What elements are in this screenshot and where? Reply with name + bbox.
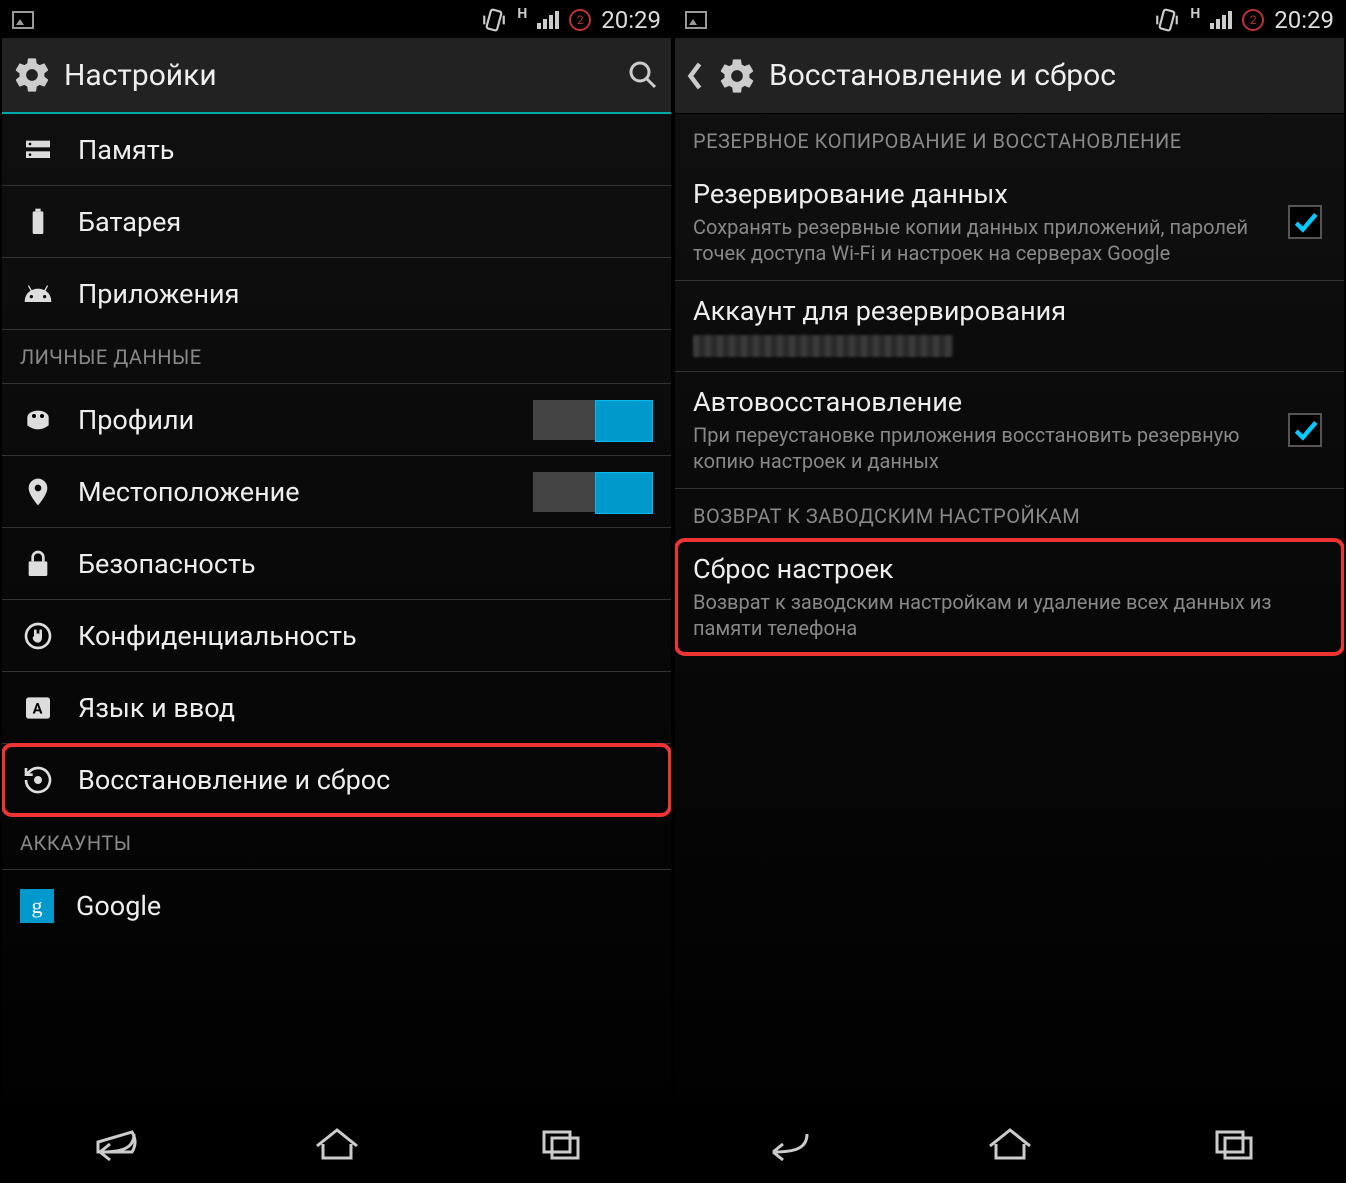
item-title: Резервирование данных (693, 178, 1264, 210)
settings-gear-icon[interactable] (12, 55, 52, 95)
settings-item-label: Конфиденциальность (78, 620, 357, 652)
app-bar-title: Настройки (64, 58, 217, 93)
section-label: ВОЗВРАТ К ЗАВОДСКИМ НАСТРОЙКАМ (693, 504, 1080, 528)
section-label: РЕЗЕРВНОЕ КОПИРОВАНИЕ И ВОССТАНОВЛЕНИЕ (693, 129, 1182, 153)
section-header-personal: ЛИЧНЫЕ ДАННЫЕ (2, 330, 671, 384)
network-type-icon: H (1190, 6, 1200, 22)
screenshots-pair: H 2 20:29 Настройки Память Батар (0, 0, 1346, 1183)
phone-left: H 2 20:29 Настройки Память Батар (0, 0, 673, 1183)
settings-item-label: Язык и ввод (78, 692, 235, 724)
app-bar: Настройки (2, 38, 671, 114)
sim-number: 2 (577, 13, 584, 27)
svg-text:A: A (33, 699, 43, 717)
apps-icon (20, 276, 56, 312)
nav-home-button[interactable] (277, 1116, 397, 1168)
settings-item-security[interactable]: Безопасность (2, 528, 671, 600)
backup-reset-list[interactable]: РЕЗЕРВНОЕ КОПИРОВАНИЕ И ВОССТАНОВЛЕНИЕ Р… (675, 114, 1344, 1103)
settings-item-backup-reset[interactable]: Восстановление и сброс (2, 744, 671, 816)
settings-item-label: Профили (78, 404, 533, 436)
settings-item-label: Батарея (78, 206, 181, 238)
sim-number: 2 (1250, 13, 1257, 27)
search-icon[interactable] (625, 57, 661, 93)
section-label: ЛИЧНЫЕ ДАННЫЕ (20, 345, 202, 369)
settings-item-label: Восстановление и сброс (78, 764, 390, 796)
signal-icon (537, 11, 559, 29)
back-chevron-icon[interactable] (685, 58, 705, 94)
backup-data-checkbox[interactable] (1288, 205, 1322, 239)
status-bar: H 2 20:29 (675, 2, 1344, 38)
status-right: H 2 20:29 (1154, 6, 1334, 34)
item-title: Сброс настроек (693, 553, 1326, 585)
status-bar: H 2 20:29 (2, 2, 671, 38)
storage-icon (20, 132, 56, 168)
nav-bar (2, 1103, 671, 1181)
language-icon: A (20, 690, 56, 726)
settings-item-language[interactable]: A Язык и ввод (2, 672, 671, 744)
settings-item-memory[interactable]: Память (2, 114, 671, 186)
app-bar-title: Восстановление и сброс (769, 58, 1116, 93)
nav-recent-button[interactable] (500, 1116, 620, 1168)
clock: 20:29 (1274, 6, 1334, 34)
signal-icon (1210, 11, 1232, 29)
screenshot-saved-icon (685, 11, 707, 29)
nav-back-button[interactable] (54, 1116, 174, 1168)
restore-icon (20, 762, 56, 798)
network-type-icon: H (517, 6, 527, 22)
app-bar: Восстановление и сброс (675, 38, 1344, 114)
settings-item-profiles[interactable]: Профили (2, 384, 671, 456)
clock: 20:29 (601, 6, 661, 34)
sim-slot-icon: 2 (569, 9, 591, 31)
settings-item-label: Приложения (78, 278, 239, 310)
vibrate-icon (481, 7, 507, 33)
battery-icon (20, 204, 56, 240)
settings-item-label: Google (76, 890, 161, 922)
nav-bar (675, 1103, 1344, 1181)
settings-item-label: Память (78, 134, 174, 166)
section-header-backup: РЕЗЕРВНОЕ КОПИРОВАНИЕ И ВОССТАНОВЛЕНИЕ (675, 114, 1344, 164)
auto-restore-checkbox[interactable] (1288, 413, 1322, 447)
section-header-factory: ВОЗВРАТ К ЗАВОДСКИМ НАСТРОЙКАМ (675, 489, 1344, 539)
redacted-account (693, 335, 953, 357)
nav-home-button[interactable] (950, 1116, 1070, 1168)
lock-icon (20, 546, 56, 582)
item-auto-restore[interactable]: Автовосстановление При переустановке при… (675, 372, 1344, 489)
nav-back-button[interactable] (727, 1116, 847, 1168)
item-subtitle: При переустановке приложения восстановит… (693, 422, 1264, 474)
settings-item-battery[interactable]: Батарея (2, 186, 671, 258)
screenshot-saved-icon (12, 11, 34, 29)
section-label: АККАУНТЫ (20, 831, 132, 855)
item-subtitle: Возврат к заводским настройкам и удалени… (693, 589, 1326, 641)
section-header-accounts: АККАУНТЫ (2, 816, 671, 870)
location-icon (20, 474, 56, 510)
item-backup-account[interactable]: Аккаунт для резервирования (675, 281, 1344, 372)
item-subtitle: Сохранять резервные копии данных приложе… (693, 214, 1264, 266)
settings-item-location[interactable]: Местоположение (2, 456, 671, 528)
status-left (685, 11, 707, 29)
item-title: Автовосстановление (693, 386, 1264, 418)
settings-item-label: Местоположение (78, 476, 533, 508)
profiles-icon (20, 402, 56, 438)
location-toggle[interactable] (533, 472, 653, 512)
vibrate-icon (1154, 7, 1180, 33)
nav-recent-button[interactable] (1173, 1116, 1293, 1168)
profiles-toggle[interactable] (533, 400, 653, 440)
item-backup-data[interactable]: Резервирование данных Сохранять резервны… (675, 164, 1344, 281)
phone-right: H 2 20:29 Восстановление и сброс РЕЗЕРВН… (673, 0, 1346, 1183)
sim-slot-icon: 2 (1242, 9, 1264, 31)
google-icon: g (20, 889, 54, 923)
status-right: H 2 20:29 (481, 6, 661, 34)
item-title: Аккаунт для резервирования (693, 295, 1326, 327)
settings-item-label: Безопасность (78, 548, 256, 580)
item-factory-reset[interactable]: Сброс настроек Возврат к заводским настр… (675, 539, 1344, 655)
settings-gear-icon[interactable] (717, 56, 757, 96)
settings-list[interactable]: Память Батарея Приложения ЛИЧНЫЕ ДАННЫЕ … (2, 114, 671, 1103)
settings-item-privacy[interactable]: Конфиденциальность (2, 600, 671, 672)
settings-item-google[interactable]: g Google (2, 870, 671, 942)
settings-item-apps[interactable]: Приложения (2, 258, 671, 330)
hand-icon (20, 618, 56, 654)
status-left (12, 11, 34, 29)
